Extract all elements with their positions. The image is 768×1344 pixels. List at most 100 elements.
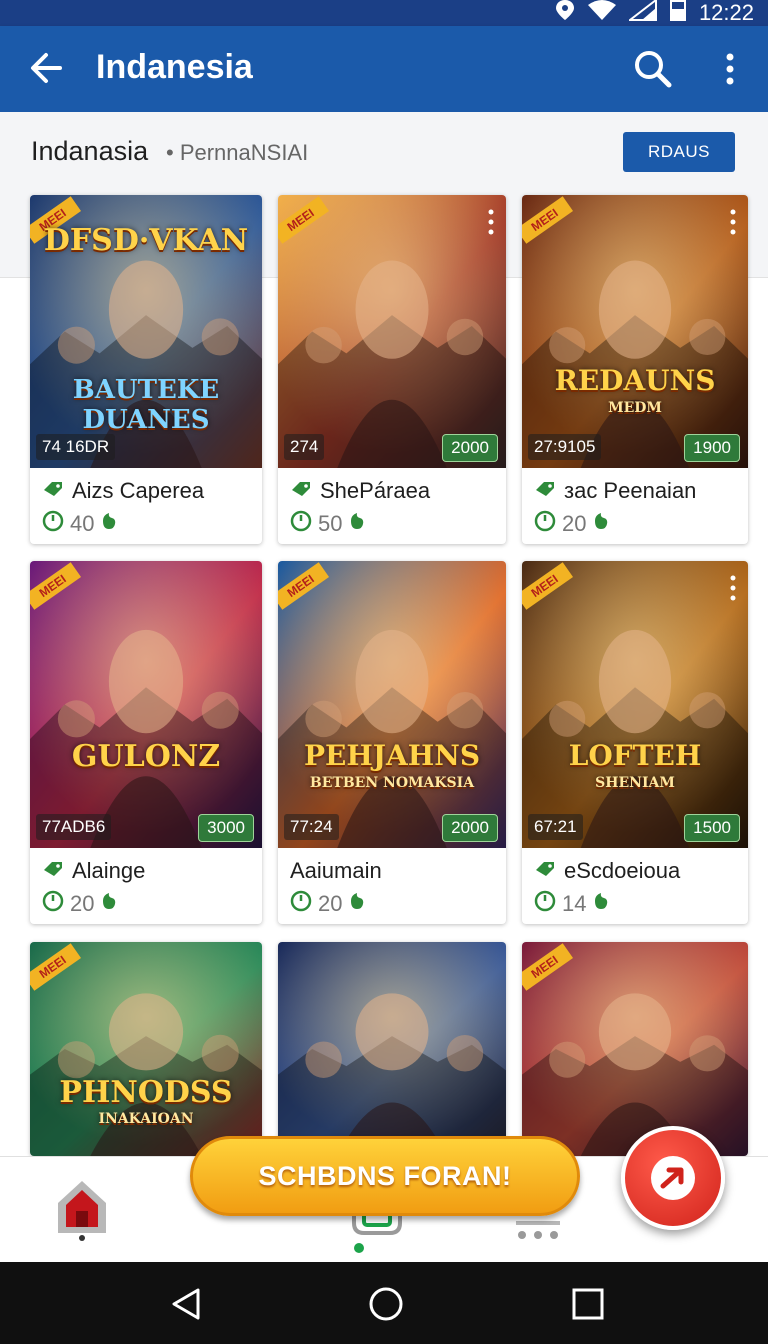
timer-icon: [290, 510, 312, 538]
player-count: 27:9105: [528, 434, 602, 460]
location-icon: [555, 0, 575, 27]
player-count: 77ADB6: [36, 814, 112, 840]
player-count: 74 16DR: [36, 434, 116, 460]
game-title-row: Aizs Caperea: [42, 478, 204, 504]
category-title: Indanasia: [31, 136, 149, 166]
game-card[interactable]: [278, 942, 506, 1156]
game-meta-value: 40: [70, 511, 95, 536]
system-navigation-bar: [0, 1262, 768, 1344]
recents-icon[interactable]: [570, 1286, 606, 1322]
thumb-icon: [100, 511, 118, 537]
game-meta-row: 50: [290, 510, 366, 538]
game-card[interactable]: MEEI 274 2000 ShePáraea 50: [278, 195, 506, 544]
timer-icon: [42, 510, 64, 538]
game-title: ShePáraea: [320, 478, 431, 503]
game-meta-value: 20: [562, 511, 587, 536]
card-menu-icon[interactable]: [488, 209, 494, 235]
game-artwork: [522, 561, 748, 848]
game-artwork: [278, 561, 506, 848]
game-artwork: [278, 195, 506, 468]
clock: 12:22: [698, 0, 754, 25]
thumb-icon: [100, 891, 118, 917]
thumb-icon: [348, 891, 366, 917]
search-icon[interactable]: [632, 48, 674, 90]
game-title: Aaiumain: [290, 858, 382, 883]
game-logo-text: REDAUNS: [554, 364, 716, 397]
tag-icon: [534, 478, 556, 504]
game-logo-text: DFSD·VKAN: [43, 223, 249, 258]
game-meta-row: 14: [534, 890, 610, 918]
game-card[interactable]: MEEI PEHJAHNS BETBEN NOMAKSIA 77:24 2000 Aaiu…: [278, 561, 506, 924]
tag-icon: [42, 478, 64, 504]
game-title-row: зас Peenaian: [534, 478, 696, 504]
list-icon[interactable]: [514, 1219, 562, 1241]
thumb-icon: [592, 511, 610, 537]
game-card[interactable]: MEEI GULONZ 77ADB6 3000 Alainge 20: [30, 561, 262, 924]
timer-icon: [534, 890, 556, 918]
tag-icon: [534, 858, 556, 884]
wifi-icon: [587, 0, 617, 27]
more-vert-icon[interactable]: [716, 48, 744, 90]
game-meta-row: 20: [534, 510, 610, 538]
player-count: 274: [284, 434, 325, 460]
game-logo-subtext: INAKAIOAN: [98, 1111, 194, 1127]
cta-button[interactable]: SCHBDNS FORAN!: [190, 1136, 580, 1216]
score-badge: 2000: [442, 814, 498, 842]
game-logo-subtext: BETBEN NOMAKSIA: [309, 775, 475, 791]
game-title: Aizs Caperea: [72, 478, 205, 503]
game-meta-row: 20: [290, 890, 366, 918]
timer-icon: [42, 890, 64, 918]
game-card[interactable]: MEEI PHNODSS INAKAIOAN: [30, 942, 262, 1156]
fab-button[interactable]: [621, 1126, 725, 1230]
game-meta-row: 40: [42, 510, 118, 538]
game-meta-row: 20: [42, 890, 118, 918]
game-logo-text: PHNODSS: [59, 1075, 233, 1110]
app-title: Indanesia: [96, 48, 253, 86]
game-card[interactable]: MEEI: [522, 942, 748, 1156]
game-logo-subtext: SHENIAM: [595, 775, 675, 791]
player-count: 67:21: [528, 814, 583, 840]
game-title: Alainge: [72, 858, 146, 883]
game-title-row: eScdoeioua: [534, 858, 680, 884]
card-menu-icon[interactable]: [730, 575, 736, 601]
score-badge: 2000: [442, 434, 498, 462]
battery-icon: [669, 0, 687, 27]
app-bar: Indanesia: [0, 26, 768, 112]
player-count: 77:24: [284, 814, 339, 840]
score-badge: 1500: [684, 814, 740, 842]
game-title-row: Alainge: [42, 858, 145, 884]
category-subtitle: • PernnaNSIAI: [166, 140, 309, 165]
game-logo-text: LOFTEH: [568, 739, 702, 772]
thumb-icon: [592, 891, 610, 917]
thumb-icon: [348, 511, 366, 537]
game-meta-value: 14: [562, 891, 587, 916]
active-tab-indicator: [354, 1243, 364, 1253]
game-meta-value: 20: [318, 891, 343, 916]
game-title: eScdoeioua: [564, 858, 681, 883]
game-card[interactable]: MEEI LOFTEH SHENIAM 67:21 1500 eScdoeioua 14: [522, 561, 748, 924]
game-artwork: [278, 942, 506, 1156]
status-bar: 12:22: [0, 0, 768, 26]
game-logo-subtext: BAUTEKE DUANES: [72, 375, 220, 435]
tag-icon: [42, 858, 64, 884]
timer-icon: [534, 510, 556, 538]
score-badge: 3000: [198, 814, 254, 842]
game-card[interactable]: MEEI REDAUNS MEDM 27:9105 1900 зас Peenaian 20: [522, 195, 748, 544]
filter-button[interactable]: RDAUS: [623, 132, 735, 172]
timer-icon: [290, 890, 312, 918]
game-meta-value: 20: [70, 891, 95, 916]
home-icon[interactable]: [54, 1175, 110, 1241]
game-meta-value: 50: [318, 511, 343, 536]
game-artwork: [522, 942, 748, 1156]
back-arrow-icon[interactable]: [26, 48, 66, 88]
game-card[interactable]: MEEI DFSD·VKAN BAUTEKE DUANES 74 16DR Aizs C…: [30, 195, 262, 544]
tag-icon: [290, 478, 312, 504]
game-title-row: Aaiumain: [290, 858, 382, 884]
signal-icon: [626, 0, 657, 27]
arrow-circle-icon: [651, 1156, 695, 1200]
home-circle-icon[interactable]: [368, 1286, 404, 1322]
card-menu-icon[interactable]: [730, 209, 736, 235]
back-icon[interactable]: [168, 1286, 204, 1322]
game-logo-subtext: MEDM: [608, 400, 662, 416]
game-artwork: [30, 561, 262, 848]
